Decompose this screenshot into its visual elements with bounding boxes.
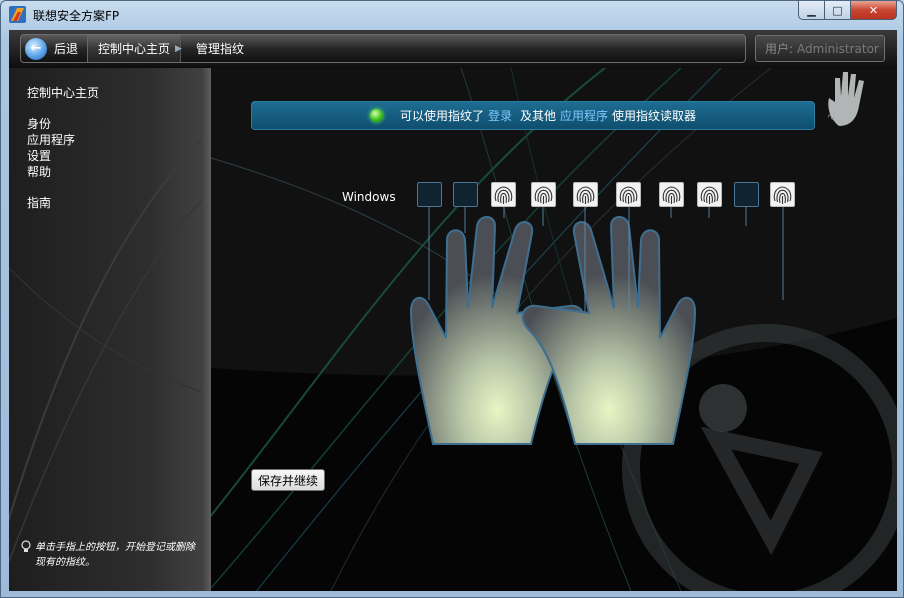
fingerprint-icon	[662, 186, 681, 204]
hint-box: 单击手指上的按钮，开始登记或删除现有的指纹。	[21, 540, 196, 570]
right-hand	[521, 216, 697, 445]
fingerprint-icon	[534, 186, 553, 204]
breadcrumb-separator-icon[interactable]: ▶	[175, 44, 182, 54]
breadcrumb: ← 后退 控制中心主页 ▶ 管理指纹	[20, 34, 746, 63]
client-area: ← 后退 控制中心主页 ▶ 管理指纹 用户: Administrator 控制中…	[9, 30, 897, 591]
back-button[interactable]: ← 后退	[21, 35, 88, 62]
sidebar-item-help[interactable]: 帮助	[27, 163, 51, 180]
hint-text: 单击手指上的按钮，开始登记或删除现有的指纹。	[35, 542, 195, 568]
sidebar-item-apps[interactable]: 应用程序	[27, 131, 75, 148]
user-indicator: 用户: Administrator	[755, 35, 885, 62]
finger-button-left-index[interactable]	[531, 182, 556, 207]
fingerprint-icon	[494, 186, 513, 204]
fingerprint-icon	[773, 186, 792, 204]
minimize-button[interactable]: ▁	[798, 1, 825, 20]
window-title: 联想安全方案FP	[33, 9, 120, 23]
maximize-button[interactable]: □	[825, 1, 851, 20]
finger-button-left-thumb[interactable]	[573, 182, 598, 207]
fingerprint-icon	[576, 186, 595, 204]
back-label: 后退	[54, 42, 79, 56]
finger-button-right-pinky[interactable]	[770, 182, 795, 207]
fingerprint-icon	[619, 186, 638, 204]
sidebar-item-guide[interactable]: 指南	[27, 194, 51, 211]
sidebar-item-identity[interactable]: 身份	[27, 115, 51, 132]
finger-button-left-ring[interactable]	[453, 182, 478, 207]
breadcrumb-home[interactable]: 控制中心主页	[88, 35, 182, 62]
finger-button-right-thumb[interactable]	[616, 182, 641, 207]
user-name: Administrator	[797, 41, 879, 56]
sidebar: 控制中心主页 身份 应用程序 设置 帮助 指南 单击手指上的按钮，开始登记或删除…	[9, 68, 211, 591]
back-arrow-icon: ←	[25, 37, 47, 60]
lightbulb-icon	[21, 540, 35, 570]
save-continue-button[interactable]: 保存并继续	[251, 469, 325, 491]
fingerprint-icon	[700, 186, 719, 204]
main-content: 可以使用指纹了 登录 及其他 应用程序 使用指纹读取器 ∿ Windows 保存…	[211, 68, 897, 591]
window-controls: ▁ □ ✕	[798, 1, 897, 21]
finger-button-right-index[interactable]	[659, 182, 684, 207]
close-button[interactable]: ✕	[851, 1, 897, 20]
finger-button-right-ring[interactable]	[734, 182, 759, 207]
app-window: 联想安全方案FP ▁ □ ✕ ← 后退 控制中心主页 ▶ 管理指纹 用户: Ad…	[0, 0, 904, 598]
user-prefix: 用户:	[765, 42, 794, 56]
title-bar[interactable]: 联想安全方案FP ▁ □ ✕	[1, 1, 903, 29]
app-icon	[9, 6, 26, 23]
sidebar-item-settings[interactable]: 设置	[27, 147, 51, 164]
finger-button-right-middle[interactable]	[697, 182, 722, 207]
sidebar-edge	[201, 68, 211, 591]
finger-button-left-middle[interactable]	[491, 182, 516, 207]
breadcrumb-current: 管理指纹	[195, 42, 244, 56]
finger-button-left-pinky[interactable]	[417, 182, 442, 207]
sidebar-item-home[interactable]: 控制中心主页	[27, 84, 99, 101]
navigation-bar: ← 后退 控制中心主页 ▶ 管理指纹 用户: Administrator	[9, 30, 897, 68]
hands-illustration	[409, 207, 784, 445]
